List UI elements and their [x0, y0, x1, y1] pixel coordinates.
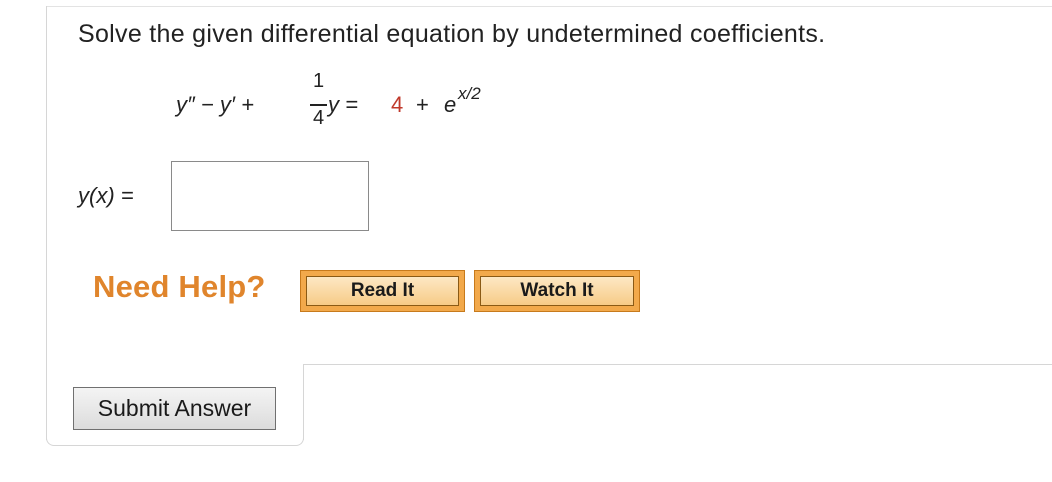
watch-it-label: Watch It	[480, 276, 634, 306]
watch-it-button[interactable]: Watch It	[474, 270, 640, 312]
panel-notch-vertical	[303, 364, 304, 440]
equation-lhs: y″ − y′ +	[176, 92, 254, 117]
fraction-numerator: 1	[313, 70, 325, 92]
equation-plus: +	[416, 92, 429, 117]
panel-border-left	[46, 6, 47, 440]
answer-label: y(x) =	[78, 183, 134, 208]
read-it-button[interactable]: Read It	[300, 270, 465, 312]
panel-border-bottom	[56, 445, 296, 446]
fraction-bar	[310, 104, 327, 106]
panel-border-top	[46, 6, 1052, 7]
need-help-label: Need Help?	[93, 269, 266, 304]
question-text: Solve the given differential equation by…	[78, 20, 826, 48]
panel-notch-horizontal	[303, 364, 1052, 365]
equation-y-equals: y =	[328, 92, 358, 117]
submit-answer-button[interactable]: Submit Answer	[73, 387, 276, 430]
equation-exponent: x/2	[458, 84, 481, 103]
equation-exp-base: e	[444, 92, 457, 117]
equation-constant: 4	[391, 92, 404, 117]
fraction-denominator: 4	[313, 107, 325, 129]
read-it-label: Read It	[306, 276, 459, 306]
answer-input[interactable]	[171, 161, 369, 231]
